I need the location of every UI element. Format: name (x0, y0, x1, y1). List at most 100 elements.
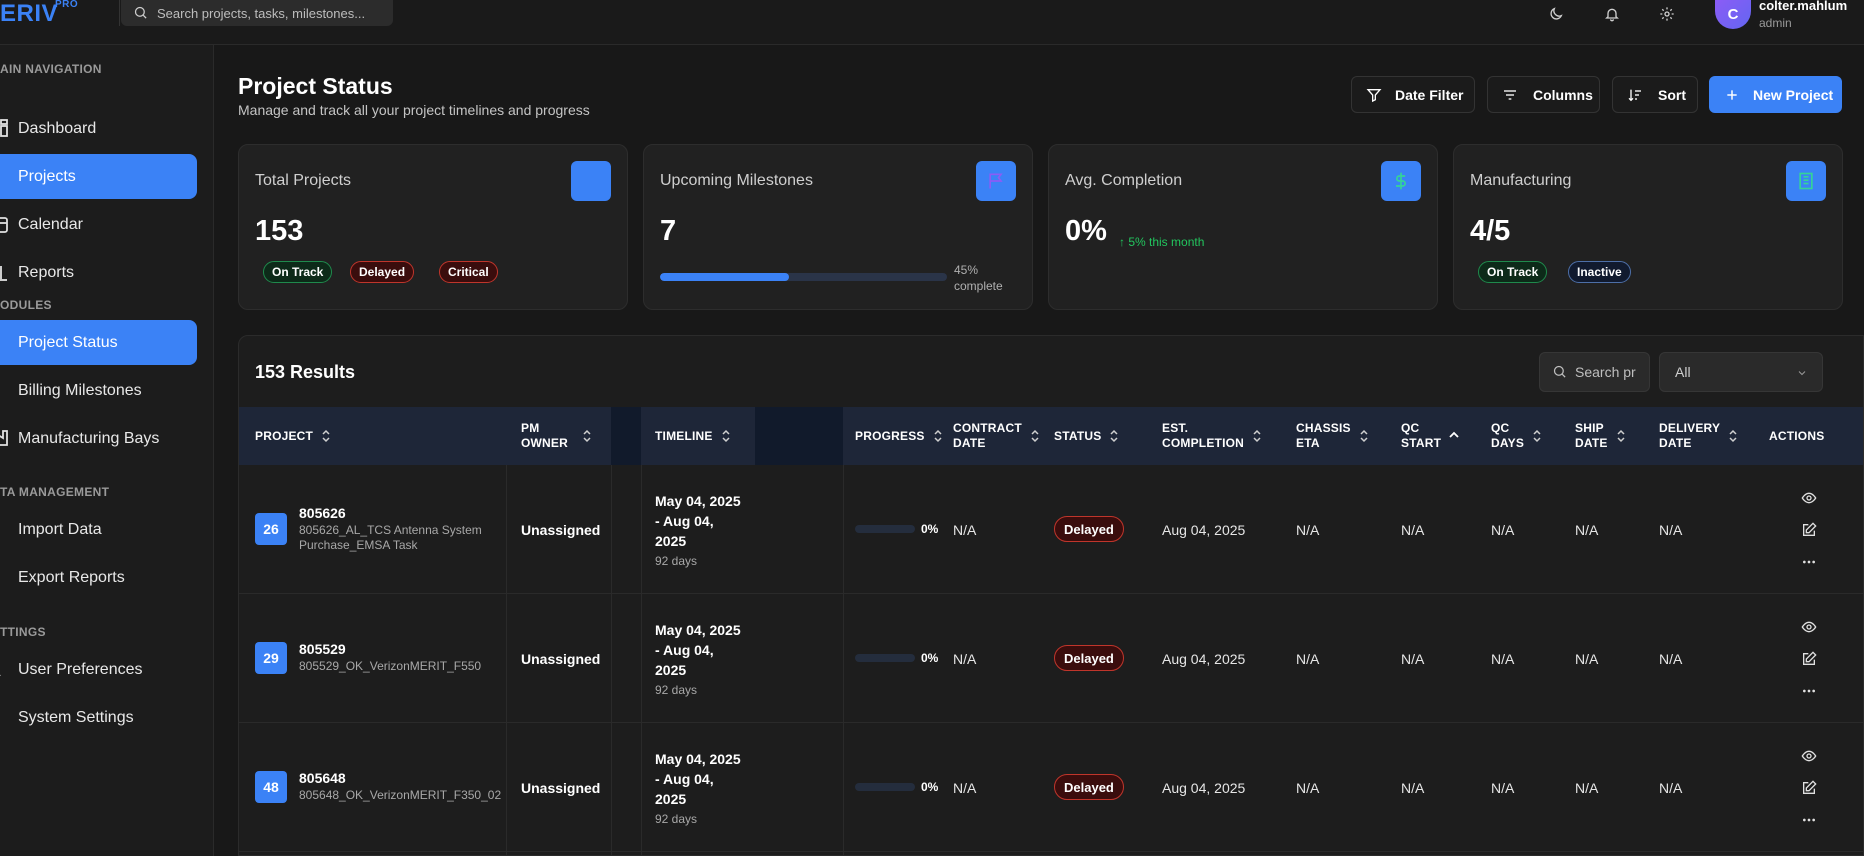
more-options-icon[interactable] (1801, 812, 1817, 828)
delayed-badge[interactable]: Delayed (350, 261, 415, 283)
columns-label: Columns (1533, 86, 1593, 103)
sidebar-item-export-reports[interactable]: Export Reports (0, 555, 197, 600)
header-timeline[interactable]: TIMELINE (655, 407, 731, 465)
filter-icon (1366, 87, 1382, 103)
avatar[interactable]: C (1715, 0, 1751, 29)
header-est-completion[interactable]: EST. COMPLETION (1162, 407, 1262, 465)
header-label: ETA (1296, 436, 1320, 450)
sidebar-item-reports[interactable]: Reports (0, 250, 197, 295)
est-completion: Aug 04, 2025 (1162, 780, 1246, 796)
sort-button[interactable]: Sort (1612, 76, 1698, 113)
table-row[interactable]: 26 805626 805626_AL_TCS Antenna System P… (239, 465, 1863, 594)
table-row[interactable]: 29 805529 805529_OK_VerizonMERIT_F550 Un… (239, 594, 1863, 723)
qc-days: N/A (1491, 522, 1515, 538)
critical-badge[interactable]: Critical (439, 261, 498, 283)
sidebar-item-system-settings[interactable]: System Settings (0, 695, 197, 740)
edit-icon[interactable] (1801, 651, 1817, 667)
row-progress-label: 0% (921, 522, 939, 536)
table-search[interactable] (1539, 352, 1650, 392)
header-qc-start[interactable]: QC START (1401, 407, 1459, 465)
sidebar-item-label: Import Data (18, 520, 102, 538)
page-subtitle: Manage and track all your project timeli… (238, 102, 590, 118)
project-id[interactable]: 805626 (299, 505, 346, 521)
sidebar-item-calendar[interactable]: Calendar (0, 202, 197, 247)
header-qc-days[interactable]: QC DAYS (1491, 407, 1542, 465)
header-label: PM (521, 421, 540, 435)
edit-icon[interactable] (1801, 522, 1817, 538)
sidebar-item-project-status[interactable]: Project Status (0, 320, 197, 365)
more-options-icon[interactable] (1801, 554, 1817, 570)
status-filter-select[interactable]: All (1659, 352, 1823, 392)
header-delivery-date[interactable]: DELIVERY DATE (1659, 407, 1738, 465)
new-project-button[interactable]: New Project (1709, 76, 1842, 113)
header-label: DAYS (1491, 436, 1525, 450)
view-icon[interactable] (1801, 748, 1817, 764)
user-role: admin (1759, 16, 1792, 30)
global-search[interactable] (121, 0, 393, 26)
inactive-badge[interactable]: Inactive (1568, 261, 1631, 283)
moon-icon[interactable] (1545, 3, 1567, 25)
view-icon[interactable] (1801, 490, 1817, 506)
sort-icon (1532, 429, 1542, 443)
sort-icon (1616, 429, 1626, 443)
app-logo[interactable]: ERIV PRO (0, 0, 78, 28)
header-ship-date[interactable]: SHIP DATE (1575, 407, 1626, 465)
timeline-range: May 04, 2025 - Aug 04, 2025 (655, 622, 741, 678)
sidebar-item-billing-milestones[interactable]: Billing Milestones (0, 368, 197, 413)
edit-icon[interactable] (1801, 780, 1817, 796)
table-search-input[interactable] (1575, 361, 1647, 383)
sidebar-item-dashboard[interactable]: Dashboard (0, 106, 197, 151)
plus-icon (1724, 87, 1740, 103)
header-label: CHASSIS (1296, 421, 1351, 435)
project-id[interactable]: 805648 (299, 770, 346, 786)
header-label: EST. (1162, 421, 1189, 435)
sidebar: AIN NAVIGATION Dashboard Projects Calend… (0, 45, 214, 856)
bell-icon[interactable] (1601, 3, 1623, 25)
upcoming-milestones-card: Upcoming Milestones 7 45% complete (643, 144, 1033, 310)
table-row[interactable]: 48 805648 805648_OK_VerizonMERIT_F350_02… (239, 723, 1863, 852)
status-badge: Delayed (1054, 645, 1124, 671)
header-label: DATE (1575, 436, 1608, 450)
row-progress-bar (855, 654, 915, 662)
header-label: DELIVERY (1659, 421, 1721, 435)
header-contract-date[interactable]: CONTRACT DATE (953, 407, 1040, 465)
header-project[interactable]: PROJECT (255, 407, 331, 465)
header-label: QC (1491, 421, 1510, 435)
chevron-down-icon (1796, 367, 1808, 379)
user-name[interactable]: colter.mahlum (1759, 0, 1847, 13)
pm-owner: Unassigned (521, 522, 601, 538)
on-track-badge[interactable]: On Track (263, 261, 333, 283)
header-status[interactable]: STATUS (1054, 407, 1119, 465)
contract-date: N/A (953, 651, 977, 667)
sidebar-item-label: Reports (18, 263, 75, 281)
gear-icon[interactable] (1656, 3, 1678, 25)
main-content: Project Status Manage and track all your… (214, 45, 1864, 856)
milestones-progress-fill (660, 273, 790, 281)
header-chassis-eta[interactable]: CHASSIS ETA (1296, 407, 1369, 465)
header-pm-owner[interactable]: PM OWNER (521, 407, 592, 465)
date-filter-button[interactable]: Date Filter (1351, 76, 1475, 113)
global-search-input[interactable] (157, 2, 387, 24)
project-id[interactable]: 805529 (299, 641, 346, 657)
export-icon (0, 568, 8, 586)
project-name: 805626_AL_TCS Antenna System Purchase_EM… (299, 523, 482, 552)
sidebar-item-label: Manufacturing Bays (18, 429, 160, 447)
on-track-badge[interactable]: On Track (1478, 261, 1548, 283)
milestones-progress-bar (660, 273, 947, 281)
header-progress[interactable]: PROGRESS (855, 407, 943, 465)
sort-label: Sort (1658, 86, 1686, 103)
sidebar-item-user-preferences[interactable]: User Preferences (0, 647, 197, 692)
more-options-icon[interactable] (1801, 683, 1817, 699)
progress-percent: 45% (954, 263, 979, 277)
sidebar-item-manufacturing-bays[interactable]: Manufacturing Bays (0, 416, 197, 461)
user-icon (0, 660, 8, 678)
header-label: STATUS (1054, 428, 1102, 443)
card-value: 0% (1065, 215, 1107, 247)
search-icon (1552, 364, 1567, 379)
ship-date: N/A (1575, 780, 1599, 796)
columns-button[interactable]: Columns (1487, 76, 1600, 113)
header-actions: ACTIONS (1769, 407, 1824, 465)
sidebar-item-import-data[interactable]: Import Data (0, 507, 197, 552)
view-icon[interactable] (1801, 619, 1817, 635)
sidebar-item-projects[interactable]: Projects (0, 154, 197, 199)
